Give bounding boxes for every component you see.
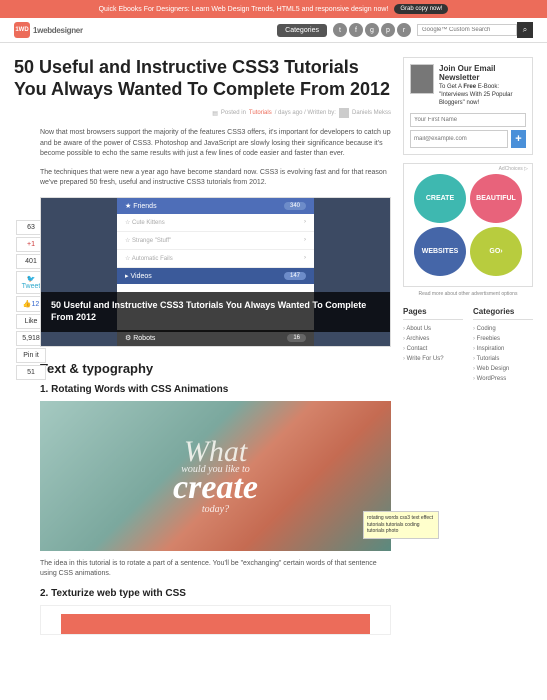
search-input[interactable]: [417, 24, 517, 36]
social-icons: t f g p r: [333, 23, 411, 37]
meta-mid: / days ago / Written by:: [275, 110, 336, 116]
videos-count: 147: [284, 272, 306, 280]
categories-list: Coding Freebies Inspiration Tutorials We…: [473, 324, 533, 384]
feature-image: ★ Friends 340 ☆ Cute Kittens› ☆ Strange …: [40, 197, 391, 347]
twitter-icon[interactable]: t: [333, 23, 347, 37]
category-link[interactable]: Freebies: [473, 334, 533, 344]
newsletter-submit-button[interactable]: +: [511, 130, 526, 148]
promo-text: Quick Ebooks For Designers: Learn Web De…: [99, 6, 389, 13]
newsletter-subtitle: To Get A Free E-Book: "Interviews With 2…: [439, 84, 526, 107]
ad-circle: BEAUTIFUL: [470, 174, 522, 223]
article-title: 50 Useful and Instructive CSS3 Tutorials…: [14, 57, 391, 100]
feature-overlay-title: 50 Useful and Instructive CSS3 Tutorials…: [41, 292, 390, 331]
site-logo[interactable]: 1WD 1webdesigner: [14, 22, 83, 38]
logo-text: 1webdesigner: [33, 26, 83, 35]
meta-prefix: Posted in: [221, 110, 246, 116]
feature-robots-footer: ⚙ Robots 16: [117, 330, 314, 346]
ebook-icon: [410, 64, 434, 94]
intro-para-1: Now that most browsers support the major…: [40, 128, 391, 160]
newsletter-name-input[interactable]: [410, 113, 526, 127]
ad-label[interactable]: AdChoices ▷: [499, 166, 528, 172]
ad-unit[interactable]: AdChoices ▷ CREATE BEAUTIFUL WEBSITES GO…: [403, 163, 533, 287]
section-heading: Text & typography: [40, 361, 391, 376]
ad-options-link[interactable]: Read more about other advertisment optio…: [403, 291, 533, 297]
meta-author[interactable]: Daniels Mekss: [352, 110, 391, 116]
feature-videos-header: ▸ Videos 147: [117, 268, 314, 284]
newsletter-title: Join Our Email Newsletter: [439, 64, 526, 82]
tut1-word-what: What: [173, 437, 258, 467]
feature-row: ☆ Cute Kittens›: [117, 214, 314, 232]
page-link[interactable]: Contact: [403, 344, 463, 354]
category-link[interactable]: Coding: [473, 324, 533, 334]
tutorial-1-image[interactable]: What would you like to create today? rot…: [40, 401, 391, 551]
category-link[interactable]: Tutorials: [473, 354, 533, 364]
facebook-icon[interactable]: f: [349, 23, 363, 37]
intro-para-2: The techniques that were new a year ago …: [40, 168, 391, 189]
author-avatar: [339, 108, 349, 118]
meta-posted-icon: ▤: [212, 110, 218, 117]
meta-category-link[interactable]: Tutorials: [249, 110, 272, 116]
category-link[interactable]: Web Design: [473, 364, 533, 374]
category-link[interactable]: WordPress: [473, 374, 533, 384]
share-pin[interactable]: Pin it: [16, 348, 46, 363]
article-meta: ▤ Posted in Tutorials / days ago / Writt…: [14, 108, 391, 118]
share-sh[interactable]: 51: [16, 365, 46, 380]
newsletter-box: Join Our Email Newsletter To Get A Free …: [403, 57, 533, 155]
tut1-word-today: today?: [173, 505, 258, 515]
feature-friends-header: ★ Friends 340: [117, 198, 314, 214]
promo-cta-button[interactable]: Grab copy now!: [394, 4, 448, 14]
tutorial-2-heading: 2. Texturize web type with CSS: [40, 588, 391, 599]
search-form: ⌕: [417, 22, 533, 38]
page-link[interactable]: Archives: [403, 334, 463, 344]
tutorial-1-heading: 1. Rotating Words with CSS Animations: [40, 384, 391, 395]
newsletter-email-input[interactable]: [410, 130, 508, 148]
ad-circle: WEBSITES: [414, 227, 466, 276]
pages-heading: Pages: [403, 307, 463, 320]
pinterest-icon[interactable]: p: [381, 23, 395, 37]
page-link[interactable]: Write For Us?: [403, 354, 463, 364]
feature-row: ☆ Strange "Stuff"›: [117, 232, 314, 250]
image-tooltip: rotating words css3 text effect tutorial…: [363, 511, 439, 539]
tutorial-1-desc: The idea in this tutorial is to rotate a…: [40, 559, 391, 580]
site-header: 1WD 1webdesigner Categories t f g p r ⌕: [0, 18, 547, 43]
friends-count: 340: [284, 202, 306, 210]
search-button[interactable]: ⌕: [517, 22, 533, 38]
ad-circle: GO›: [470, 227, 522, 276]
category-link[interactable]: Inspiration: [473, 344, 533, 354]
categories-heading: Categories: [473, 307, 533, 320]
sidebar: Join Our Email Newsletter To Get A Free …: [403, 57, 533, 641]
rss-icon[interactable]: r: [397, 23, 411, 37]
google-icon[interactable]: g: [365, 23, 379, 37]
tut1-word-create: create: [173, 471, 258, 505]
pages-list: About Us Archives Contact Write For Us?: [403, 324, 463, 364]
promo-topbar: Quick Ebooks For Designers: Learn Web De…: [0, 0, 547, 18]
robots-count: 16: [287, 334, 306, 342]
feature-row: ☆ Automatic Fails›: [117, 250, 314, 268]
ad-circle: CREATE: [414, 174, 466, 223]
tutorial-2-image[interactable]: [40, 605, 391, 635]
page-link[interactable]: About Us: [403, 324, 463, 334]
logo-badge: 1WD: [14, 22, 30, 38]
categories-button[interactable]: Categories: [277, 24, 327, 37]
